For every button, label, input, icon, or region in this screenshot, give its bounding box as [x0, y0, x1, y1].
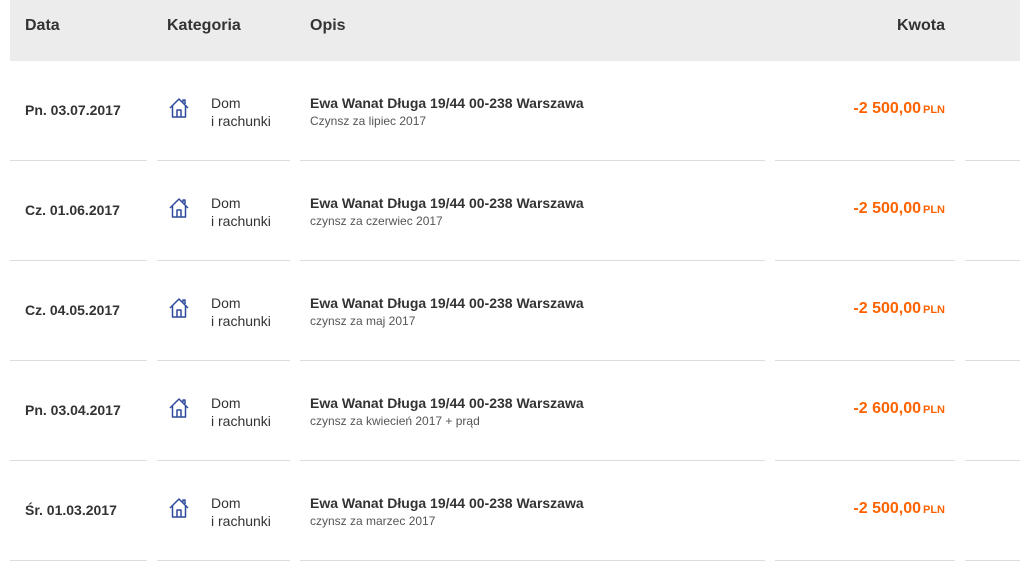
transaction-amount: -2 500,00 PLN [853, 300, 945, 317]
house-icon [169, 398, 189, 418]
transaction-date: Śr. 01.03.2017 [25, 502, 117, 518]
header-category[interactable]: Kategoria [167, 17, 241, 35]
table-row[interactable]: Pn. 03.04.2017 Dom i rachunki Ewa Wanat … [0, 361, 1020, 461]
header-amount[interactable]: Kwota [897, 17, 945, 35]
transaction-title: Ewa Wanat Długa 19/44 00-238 Warszawa [310, 195, 584, 211]
category-label: Dom i rachunki [211, 195, 271, 229]
category-label: Dom i rachunki [211, 295, 271, 329]
transaction-amount: -2 500,00 PLN [853, 200, 945, 217]
header-date[interactable]: Data [25, 17, 60, 35]
transaction-title: Ewa Wanat Długa 19/44 00-238 Warszawa [310, 95, 584, 111]
house-icon [169, 298, 189, 318]
category-label: Dom i rachunki [211, 95, 271, 129]
category-label: Dom i rachunki [211, 395, 271, 429]
transaction-amount: -2 600,00 PLN [853, 400, 945, 417]
table-row[interactable]: Śr. 01.03.2017 Dom i rachunki Ewa Wanat … [0, 461, 1020, 561]
transaction-subtitle: czynsz za kwiecień 2017 + prąd [310, 414, 480, 428]
transaction-subtitle: czynsz za maj 2017 [310, 314, 416, 328]
table-row[interactable]: Cz. 04.05.2017 Dom i rachunki Ewa Wanat … [0, 261, 1020, 361]
transaction-date: Pn. 03.04.2017 [25, 402, 121, 418]
transaction-subtitle: Czynsz za lipiec 2017 [310, 114, 427, 128]
house-icon [169, 198, 189, 218]
table-row[interactable]: Pn. 03.07.2017 Dom i rachunki Ewa Wanat … [0, 61, 1020, 161]
transaction-date: Cz. 01.06.2017 [25, 202, 120, 218]
category-label: Dom i rachunki [211, 495, 271, 529]
transaction-date: Cz. 04.05.2017 [25, 302, 120, 318]
transaction-subtitle: czynsz za marzec 2017 [310, 514, 436, 528]
header-description[interactable]: Opis [310, 17, 346, 35]
house-icon [169, 498, 189, 518]
table-row[interactable]: Cz. 01.06.2017 Dom i rachunki Ewa Wanat … [0, 161, 1020, 261]
transaction-amount: -2 500,00 PLN [853, 100, 945, 117]
house-icon [169, 98, 189, 118]
table-header: Data Kategoria Opis Kwota [10, 0, 1020, 61]
transaction-title: Ewa Wanat Długa 19/44 00-238 Warszawa [310, 495, 584, 511]
transaction-date: Pn. 03.07.2017 [25, 102, 121, 118]
transaction-title: Ewa Wanat Długa 19/44 00-238 Warszawa [310, 395, 584, 411]
transaction-amount: -2 500,00 PLN [853, 500, 945, 517]
transaction-title: Ewa Wanat Długa 19/44 00-238 Warszawa [310, 295, 584, 311]
transaction-subtitle: czynsz za czerwiec 2017 [310, 214, 443, 228]
